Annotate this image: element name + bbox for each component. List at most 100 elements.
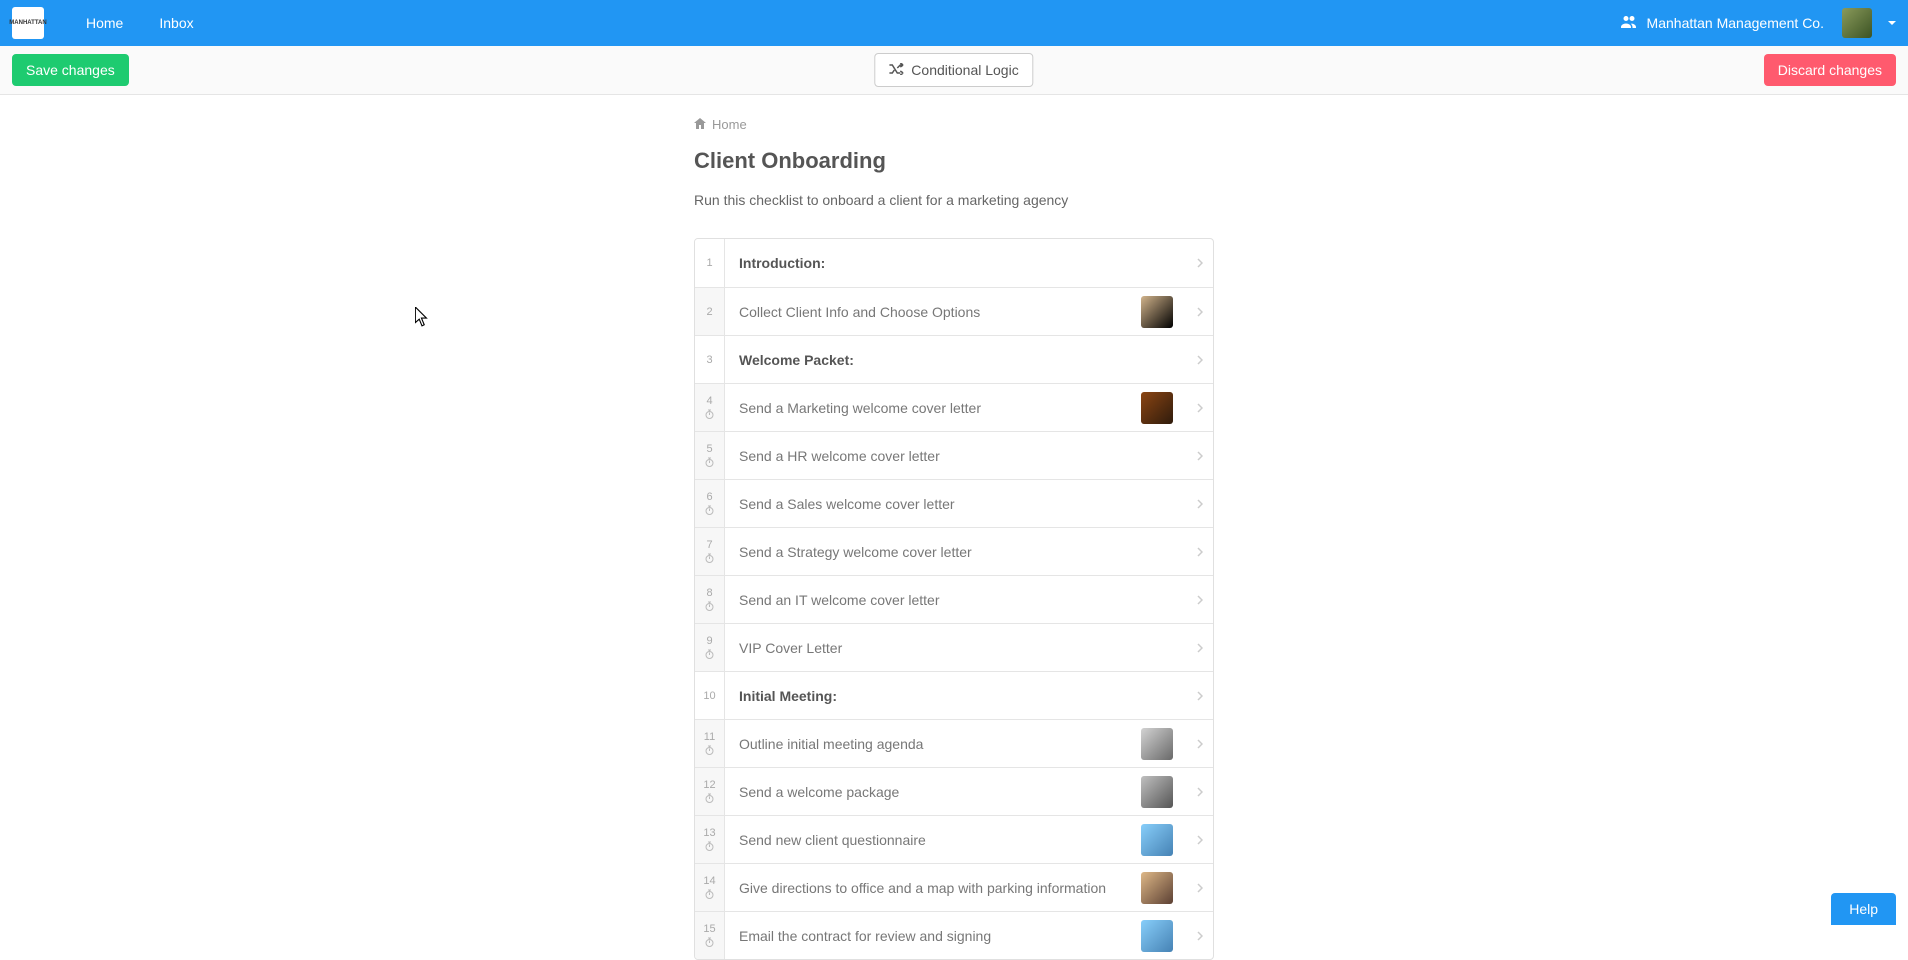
step-number: 8 xyxy=(706,587,712,599)
step-body: Send new client questionnaire xyxy=(725,816,1187,863)
chevron-right-icon xyxy=(1187,480,1213,527)
assignee-avatar[interactable] xyxy=(1141,920,1173,952)
step-number: 5 xyxy=(706,443,712,455)
checklist-step[interactable]: 4 Send a Marketing welcome cover letter xyxy=(695,383,1213,431)
step-label: Send a HR welcome cover letter xyxy=(739,448,940,464)
page-title: Client Onboarding xyxy=(694,148,1214,174)
mouse-cursor xyxy=(415,307,429,327)
step-body: Introduction: xyxy=(725,239,1187,287)
step-number-column: 2 xyxy=(695,288,725,335)
checklist-step[interactable]: 2 Collect Client Info and Choose Options xyxy=(695,287,1213,335)
stopwatch-icon xyxy=(705,553,714,565)
chevron-right-icon xyxy=(1187,912,1213,959)
chevron-right-icon xyxy=(1187,720,1213,767)
home-icon xyxy=(694,118,706,132)
nav-home-link[interactable]: Home xyxy=(68,15,141,31)
stopwatch-icon xyxy=(705,937,714,949)
checklist: 1 Introduction: 2 Collect Client Info and C… xyxy=(694,238,1214,960)
step-label: Email the contract for review and signin… xyxy=(739,928,991,944)
help-button[interactable]: Help xyxy=(1831,893,1896,925)
org-name: Manhattan Management Co. xyxy=(1647,15,1824,31)
step-label: Outline initial meeting agenda xyxy=(739,736,923,752)
assignee-avatar[interactable] xyxy=(1141,392,1173,424)
chevron-right-icon xyxy=(1187,624,1213,671)
stopwatch-icon xyxy=(705,745,714,757)
step-label: Send new client questionnaire xyxy=(739,832,926,848)
breadcrumb[interactable]: Home xyxy=(694,117,1214,132)
step-number: 11 xyxy=(704,731,715,743)
step-body: Email the contract for review and signin… xyxy=(725,912,1187,959)
step-label: Give directions to office and a map with… xyxy=(739,880,1106,896)
chevron-right-icon xyxy=(1187,288,1213,335)
assignee-avatar[interactable] xyxy=(1141,872,1173,904)
checklist-step[interactable]: 12Send a welcome package xyxy=(695,767,1213,815)
step-number: 14 xyxy=(703,875,715,887)
step-number: 13 xyxy=(703,827,715,839)
chevron-right-icon xyxy=(1187,432,1213,479)
stopwatch-icon xyxy=(705,649,714,661)
chevron-right-icon xyxy=(1187,576,1213,623)
page-description: Run this checklist to onboard a client f… xyxy=(694,192,1214,208)
checklist-step[interactable]: 5 Send a HR welcome cover letter xyxy=(695,431,1213,479)
step-number: 1 xyxy=(706,257,712,269)
stopwatch-icon xyxy=(705,793,714,805)
step-number-column: 15 xyxy=(695,912,725,959)
step-label: Initial Meeting: xyxy=(739,688,837,704)
checklist-step[interactable]: 14 Give directions to office and a map wi… xyxy=(695,863,1213,911)
checklist-step[interactable]: 13 Send new client questionnaire xyxy=(695,815,1213,863)
step-number-column: 7 xyxy=(695,528,725,575)
step-body: Outline initial meeting agenda xyxy=(725,720,1187,767)
step-number: 6 xyxy=(706,491,712,503)
stopwatch-icon xyxy=(705,889,714,901)
assignee-avatar[interactable] xyxy=(1141,296,1173,328)
checklist-step[interactable]: 7 Send a Strategy welcome cover letter xyxy=(695,527,1213,575)
checklist-step[interactable]: 3Welcome Packet: xyxy=(695,335,1213,383)
save-button[interactable]: Save changes xyxy=(12,54,129,86)
assignee-avatar[interactable] xyxy=(1141,728,1173,760)
stopwatch-icon xyxy=(705,601,714,613)
step-label: VIP Cover Letter xyxy=(739,640,842,656)
step-body: Send an IT welcome cover letter xyxy=(725,576,1187,623)
main-content: Home Client Onboarding Run this checklis… xyxy=(694,95,1214,960)
step-body: Collect Client Info and Choose Options xyxy=(725,288,1187,335)
nav-inbox-link[interactable]: Inbox xyxy=(141,15,211,31)
assignee-avatar[interactable] xyxy=(1141,776,1173,808)
checklist-step[interactable]: 15 Email the contract for review and sign… xyxy=(695,911,1213,959)
assignee-avatar[interactable] xyxy=(1141,824,1173,856)
chevron-right-icon xyxy=(1187,672,1213,719)
step-number-column: 6 xyxy=(695,480,725,527)
checklist-step[interactable]: 1 Introduction: xyxy=(695,239,1213,287)
action-bar: Save changes Conditional Logic Discard c… xyxy=(0,46,1908,95)
step-label: Send a Marketing welcome cover letter xyxy=(739,400,981,416)
stopwatch-icon xyxy=(705,505,714,517)
chevron-right-icon xyxy=(1187,768,1213,815)
stopwatch-icon xyxy=(705,841,714,853)
checklist-step[interactable]: 8 Send an IT welcome cover letter xyxy=(695,575,1213,623)
org-switcher[interactable]: Manhattan Management Co. xyxy=(1621,15,1824,32)
checklist-step[interactable]: 9VIP Cover Letter xyxy=(695,623,1213,671)
checklist-step[interactable]: 6 Send a Sales welcome cover letter xyxy=(695,479,1213,527)
checklist-step[interactable]: 11 Outline initial meeting agenda xyxy=(695,719,1213,767)
chevron-right-icon xyxy=(1187,816,1213,863)
step-body: Send a Sales welcome cover letter xyxy=(725,480,1187,527)
step-number: 3 xyxy=(706,354,712,366)
checklist-step[interactable]: 10 Initial Meeting: xyxy=(695,671,1213,719)
chevron-right-icon xyxy=(1187,239,1213,287)
step-label: Send a Sales welcome cover letter xyxy=(739,496,955,512)
step-number: 2 xyxy=(706,306,712,318)
step-label: Send a Strategy welcome cover letter xyxy=(739,544,972,560)
step-number-column: 4 xyxy=(695,384,725,431)
step-label: Collect Client Info and Choose Options xyxy=(739,304,980,320)
conditional-logic-label: Conditional Logic xyxy=(911,62,1018,78)
step-number-column: 13 xyxy=(695,816,725,863)
discard-button[interactable]: Discard changes xyxy=(1764,54,1896,86)
step-number: 7 xyxy=(706,539,712,551)
step-body: Send a Marketing welcome cover letter xyxy=(725,384,1187,431)
step-number: 12 xyxy=(703,779,715,791)
step-number-column: 1 xyxy=(695,239,725,287)
app-logo[interactable]: MANHATTAN xyxy=(12,7,44,39)
conditional-logic-button[interactable]: Conditional Logic xyxy=(874,53,1033,87)
chevron-right-icon xyxy=(1187,864,1213,911)
step-number: 10 xyxy=(703,690,715,702)
user-menu[interactable] xyxy=(1842,8,1896,38)
